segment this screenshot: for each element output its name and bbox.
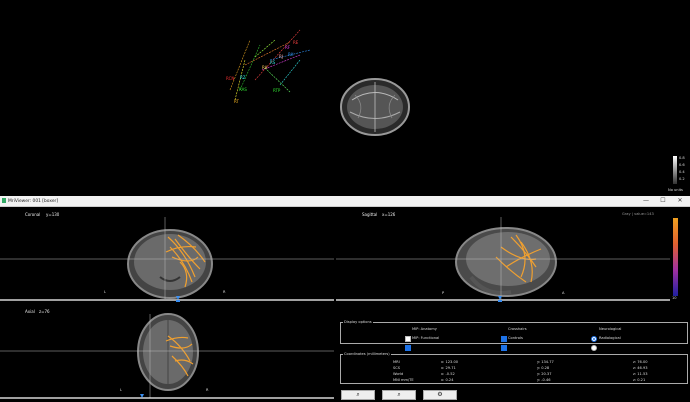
coronal-view[interactable]: Coronal y=130 L R bbox=[0, 207, 334, 302]
coord-x-value: x: 0.24 bbox=[441, 378, 454, 382]
controls-checkbox[interactable] bbox=[501, 336, 507, 355]
window-title: MriViewer: 001 [boxer] bbox=[8, 198, 59, 204]
colorbar-tick: 0.8 bbox=[679, 156, 685, 160]
sensor-label: RTP bbox=[273, 88, 281, 93]
title-bar[interactable]: MriViewer: 001 [boxer] — ☐ ✕ bbox=[0, 196, 690, 207]
head-render bbox=[340, 78, 410, 136]
radiological-radio[interactable] bbox=[591, 336, 597, 355]
coord-y-value: y: -0.46 bbox=[537, 378, 551, 382]
checkbox-label: MIP: Anatomy bbox=[412, 327, 437, 331]
colorbar-tick: 0.6 bbox=[679, 163, 685, 167]
sensor-label: RZ bbox=[240, 75, 246, 80]
sensor-label: RA bbox=[262, 65, 268, 70]
zoom-out-button[interactable]: ⌕ bbox=[382, 390, 416, 400]
mip-functional-checkbox[interactable] bbox=[405, 336, 411, 355]
axial-view[interactable]: Axial z=76 L R bbox=[0, 306, 334, 402]
group-title: Display options bbox=[343, 320, 373, 324]
sensor-label: RS bbox=[270, 60, 276, 65]
coronal-slice bbox=[0, 217, 334, 302]
group-title: Coordinates (millimeters) bbox=[343, 352, 391, 356]
colorbar bbox=[673, 156, 677, 184]
zoom-in-button[interactable]: ⌕ bbox=[341, 390, 375, 400]
sensor-label: RE bbox=[293, 40, 299, 45]
minimize-button[interactable]: — bbox=[638, 197, 654, 205]
coord-row-name: SCS bbox=[393, 366, 401, 370]
colorbar-tick: 0.2 bbox=[679, 177, 685, 181]
coord-x-value: x: -0.52 bbox=[441, 372, 455, 376]
colorbar-tick: 10 bbox=[672, 296, 677, 300]
units-label: No units bbox=[668, 188, 683, 192]
app-icon bbox=[2, 198, 6, 203]
coord-y-value: y: 134.77 bbox=[537, 360, 554, 364]
display-options-group: Display options MIP: Anatomy MIP: Functi… bbox=[340, 320, 688, 351]
orient-left: L bbox=[120, 388, 123, 392]
coordinates-group: Coordinates (millimeters) MRI x: 123.00 y:… bbox=[340, 352, 688, 384]
sensor-label: RX bbox=[288, 52, 294, 57]
checkbox-label: Controls bbox=[508, 336, 523, 340]
radio-label: Radiological bbox=[599, 336, 621, 340]
3d-scene bbox=[229, 29, 410, 136]
orient-left: P bbox=[442, 291, 445, 295]
coord-y-value: y: 20.37 bbox=[537, 372, 552, 376]
checkbox-label: MIP: Functional bbox=[412, 336, 440, 340]
axial-slice bbox=[0, 313, 334, 399]
coord-row-name: World bbox=[393, 372, 404, 376]
coord-row-name: MRI bbox=[393, 360, 400, 364]
colorbar-tick: 0.4 bbox=[679, 170, 685, 174]
maximize-button[interactable]: ☐ bbox=[655, 197, 671, 205]
orient-right: A bbox=[562, 291, 565, 295]
orient-right: R bbox=[223, 290, 226, 294]
coord-z-value: z: 76.00 bbox=[633, 360, 648, 364]
sagittal-view[interactable]: Sagittal x=126 Gray | value=143 P A bbox=[336, 207, 670, 302]
coord-z-value: z: 46.93 bbox=[633, 366, 648, 370]
sensor-label: RT bbox=[234, 99, 239, 104]
radio-label: Neurological bbox=[599, 327, 622, 331]
close-button[interactable]: ✕ bbox=[672, 197, 688, 205]
sensor-label: RF bbox=[285, 45, 291, 50]
coord-x-value: x: 123.00 bbox=[441, 360, 459, 364]
coord-row-name: MNI mm/TE bbox=[393, 378, 414, 382]
sensor-label: RAS bbox=[239, 87, 247, 92]
orient-right: R bbox=[206, 388, 209, 392]
functional-colorbar bbox=[673, 218, 678, 296]
coord-x-value: x: 29.71 bbox=[441, 366, 456, 370]
coord-y-value: y: 0.28 bbox=[537, 366, 550, 370]
sagittal-slice bbox=[336, 217, 670, 302]
orient-left: L bbox=[104, 290, 107, 294]
coord-z-value: z: 0.21 bbox=[633, 378, 646, 382]
3d-view[interactable]: RE RF RX RJ RS RA RZ RCN RAS RTP RT 0.8 … bbox=[0, 0, 690, 196]
settings-button[interactable]: ⚙ bbox=[423, 390, 457, 400]
coord-z-value: z: 11.53 bbox=[633, 372, 648, 376]
sensor-label: RCN bbox=[226, 76, 235, 81]
sensor-label: RJ bbox=[279, 54, 283, 59]
mri-viewer-window: MriViewer: 001 [boxer] — ☐ ✕ Coronal y=1… bbox=[0, 196, 690, 402]
checkbox-label: Crosshairs bbox=[508, 327, 527, 331]
